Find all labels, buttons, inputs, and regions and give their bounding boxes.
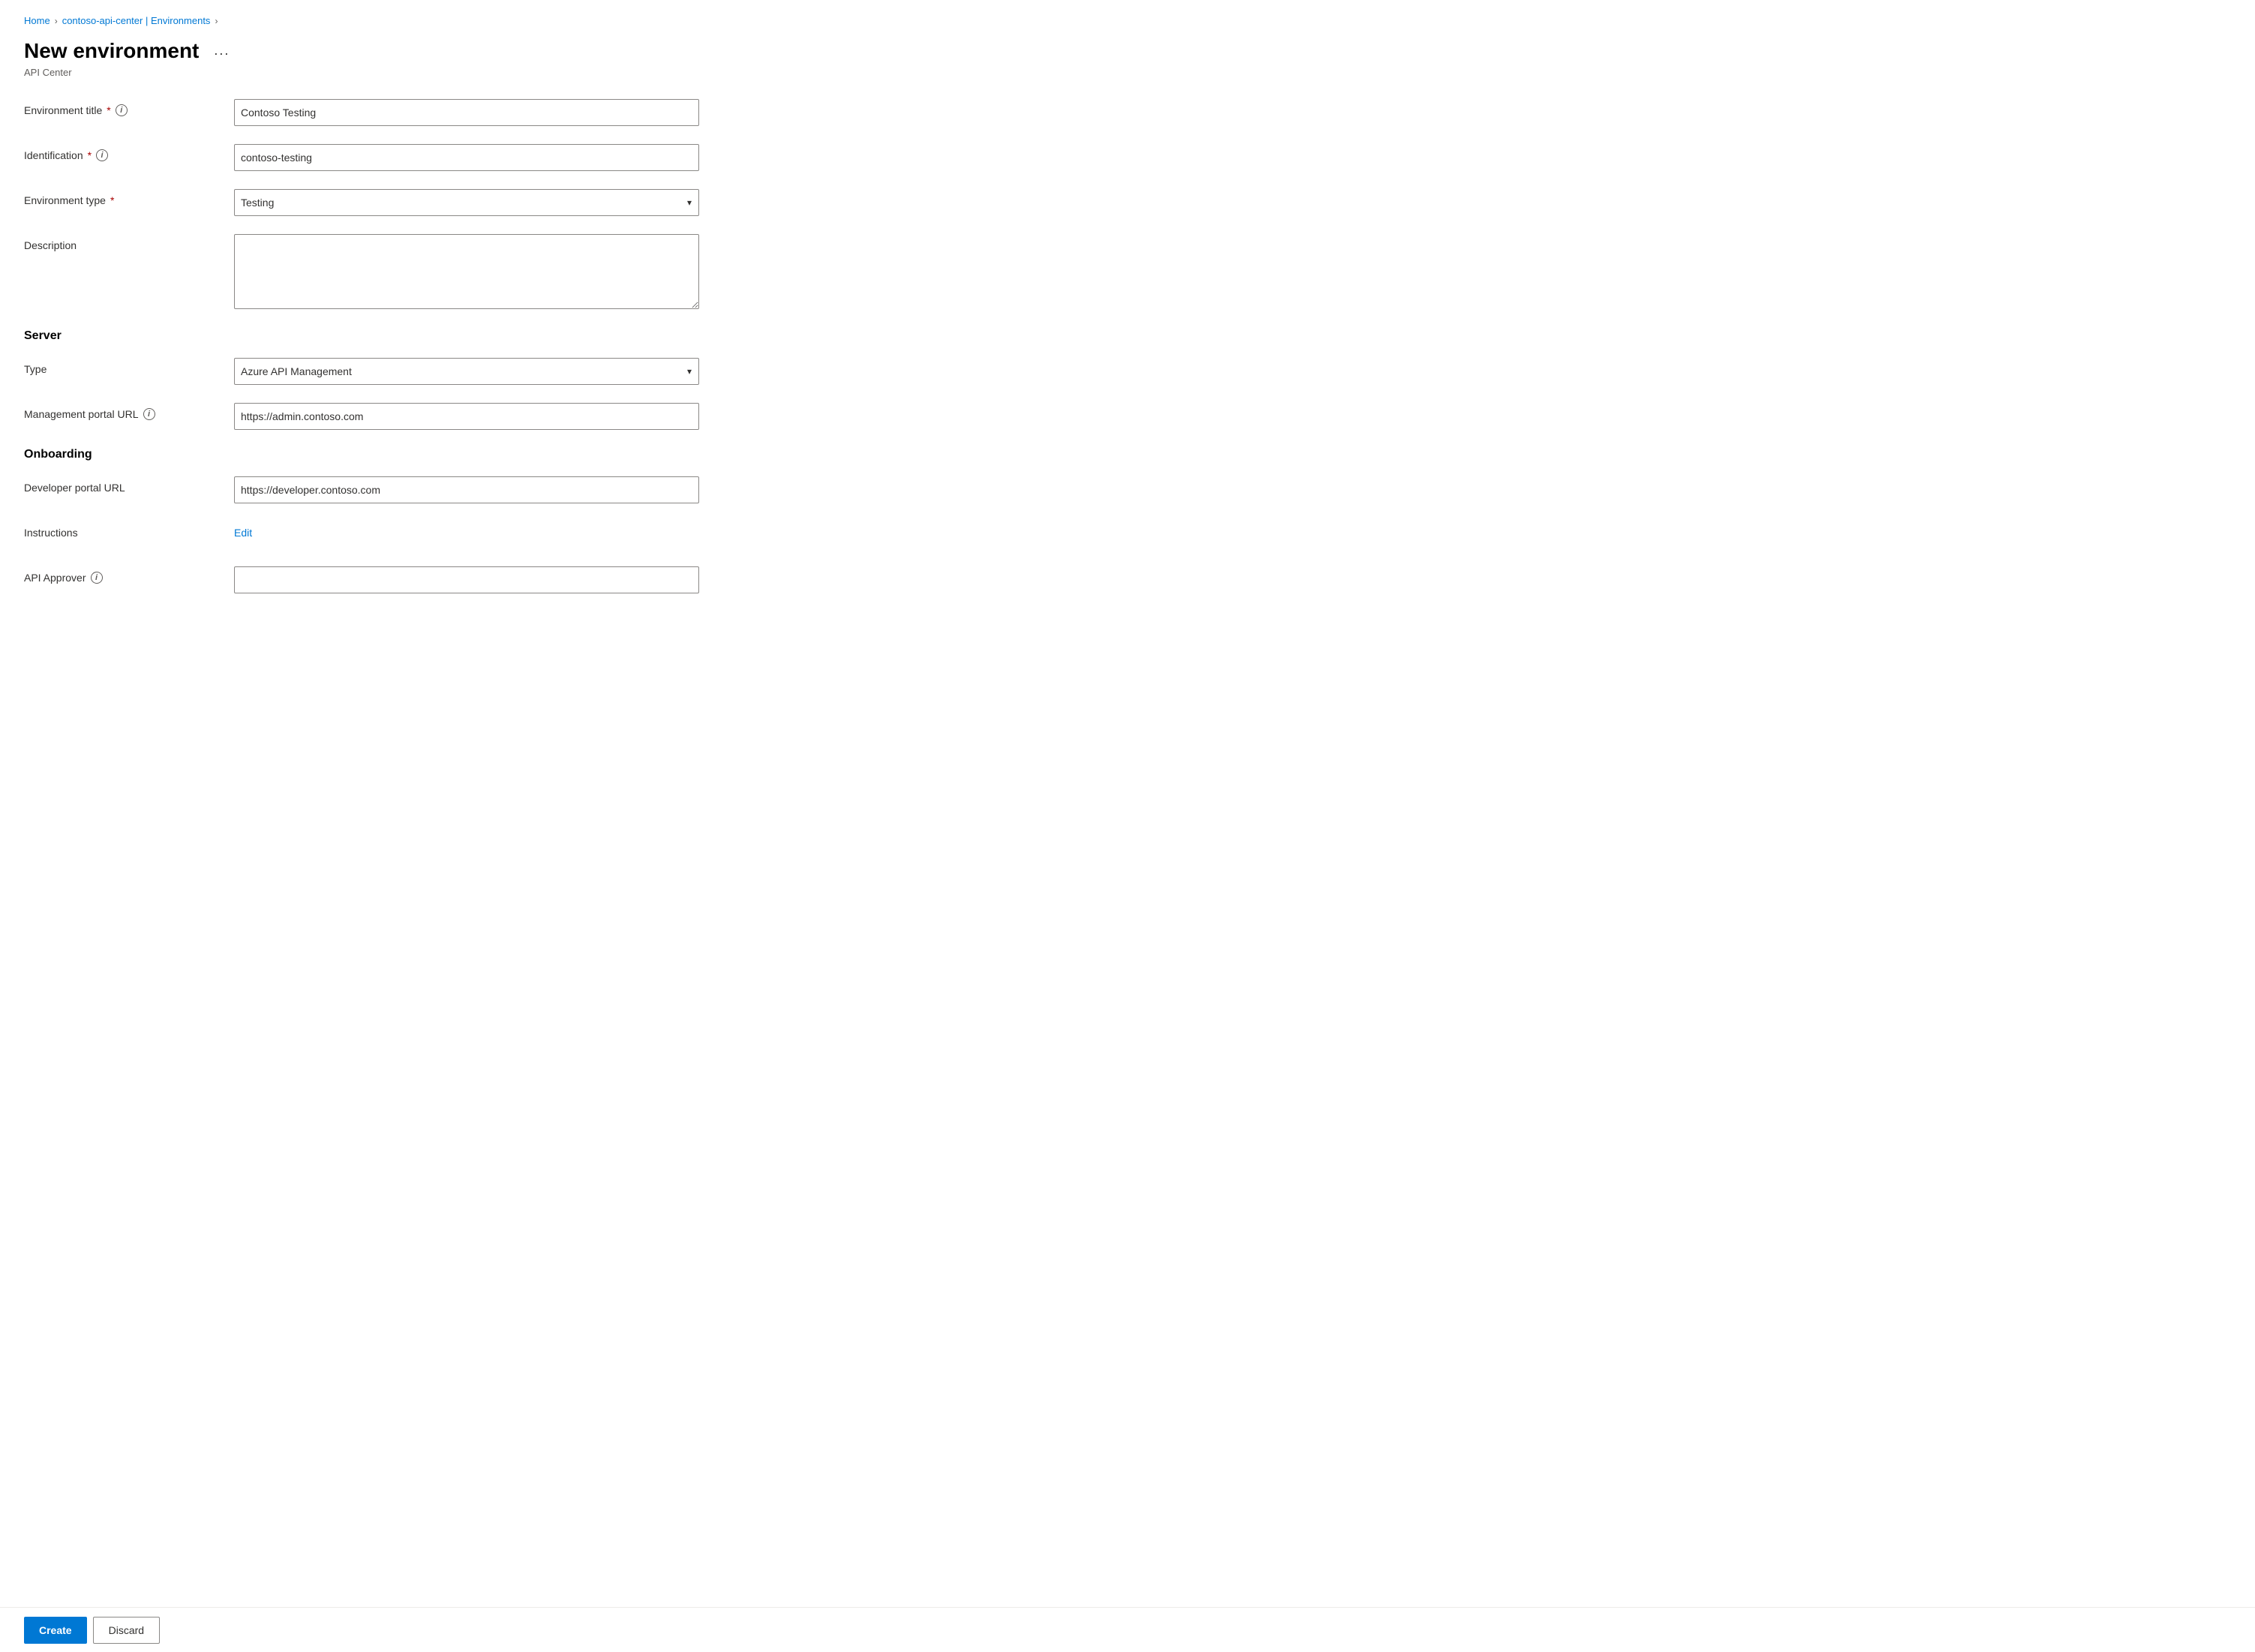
environment-title-info-icon[interactable]: i <box>116 104 128 116</box>
description-textarea[interactable] <box>234 234 699 309</box>
developer-portal-url-control <box>234 476 699 503</box>
page-title: New environment <box>24 38 199 64</box>
identification-info-icon[interactable]: i <box>96 149 108 161</box>
management-portal-url-control <box>234 403 699 430</box>
api-approver-info-icon[interactable]: i <box>91 572 103 584</box>
developer-portal-url-row: Developer portal URL <box>24 476 876 503</box>
environment-type-label: Environment type * <box>24 189 234 206</box>
description-label: Description <box>24 234 234 251</box>
developer-portal-url-input[interactable] <box>234 476 699 503</box>
environment-title-label: Environment title * i <box>24 99 234 116</box>
server-type-control: Azure API Management AWS API Gateway Oth… <box>234 358 699 385</box>
breadcrumb-home[interactable]: Home <box>24 15 50 26</box>
environment-title-input[interactable] <box>234 99 699 126</box>
api-approver-label: API Approver i <box>24 566 234 584</box>
environment-type-control: Testing Production Staging Development ▾ <box>234 189 699 216</box>
breadcrumb-sep-2: › <box>215 16 218 26</box>
identification-input[interactable] <box>234 144 699 171</box>
create-button[interactable]: Create <box>24 1617 87 1644</box>
breadcrumb-sep-1: › <box>55 16 58 26</box>
more-options-button[interactable]: ... <box>208 40 236 62</box>
server-type-select-wrapper: Azure API Management AWS API Gateway Oth… <box>234 358 699 385</box>
instructions-control: Edit <box>234 521 699 539</box>
breadcrumb: Home › contoso-api-center | Environments… <box>24 15 876 26</box>
management-portal-url-info-icon[interactable]: i <box>143 408 155 420</box>
identification-label: Identification * i <box>24 144 234 161</box>
identification-required-asterisk: * <box>88 149 92 161</box>
page-subtitle: API Center <box>24 67 876 78</box>
identification-row: Identification * i <box>24 144 876 171</box>
identification-control <box>234 144 699 171</box>
onboarding-section: Onboarding <box>24 448 876 461</box>
footer-bar: Create Discard <box>0 1607 2255 1652</box>
discard-button[interactable]: Discard <box>93 1617 160 1644</box>
instructions-edit-link[interactable]: Edit <box>234 521 252 539</box>
environment-title-control <box>234 99 699 126</box>
environment-type-row: Environment type * Testing Production St… <box>24 189 876 216</box>
server-section: Server <box>24 329 876 343</box>
required-asterisk: * <box>107 104 110 116</box>
management-portal-url-input[interactable] <box>234 403 699 430</box>
environment-type-select-wrapper: Testing Production Staging Development ▾ <box>234 189 699 216</box>
api-approver-input[interactable] <box>234 566 699 593</box>
description-row: Description <box>24 234 876 311</box>
developer-portal-url-label: Developer portal URL <box>24 476 234 494</box>
api-approver-row: API Approver i <box>24 566 876 593</box>
breadcrumb-environments[interactable]: contoso-api-center | Environments <box>62 15 211 26</box>
management-portal-url-row: Management portal URL i <box>24 403 876 430</box>
api-approver-control <box>234 566 699 593</box>
new-environment-form: Environment title * i Identification * i… <box>24 99 876 593</box>
server-section-header: Server <box>24 329 876 343</box>
server-type-row: Type Azure API Management AWS API Gatewa… <box>24 358 876 385</box>
instructions-label: Instructions <box>24 521 234 539</box>
environment-type-select[interactable]: Testing Production Staging Development <box>234 189 699 216</box>
server-type-select[interactable]: Azure API Management AWS API Gateway Oth… <box>234 358 699 385</box>
server-type-label: Type <box>24 358 234 375</box>
onboarding-section-header: Onboarding <box>24 448 876 461</box>
management-portal-url-label: Management portal URL i <box>24 403 234 420</box>
instructions-row: Instructions Edit <box>24 521 876 548</box>
env-type-required-asterisk: * <box>110 194 114 206</box>
environment-title-row: Environment title * i <box>24 99 876 126</box>
description-control <box>234 234 699 311</box>
